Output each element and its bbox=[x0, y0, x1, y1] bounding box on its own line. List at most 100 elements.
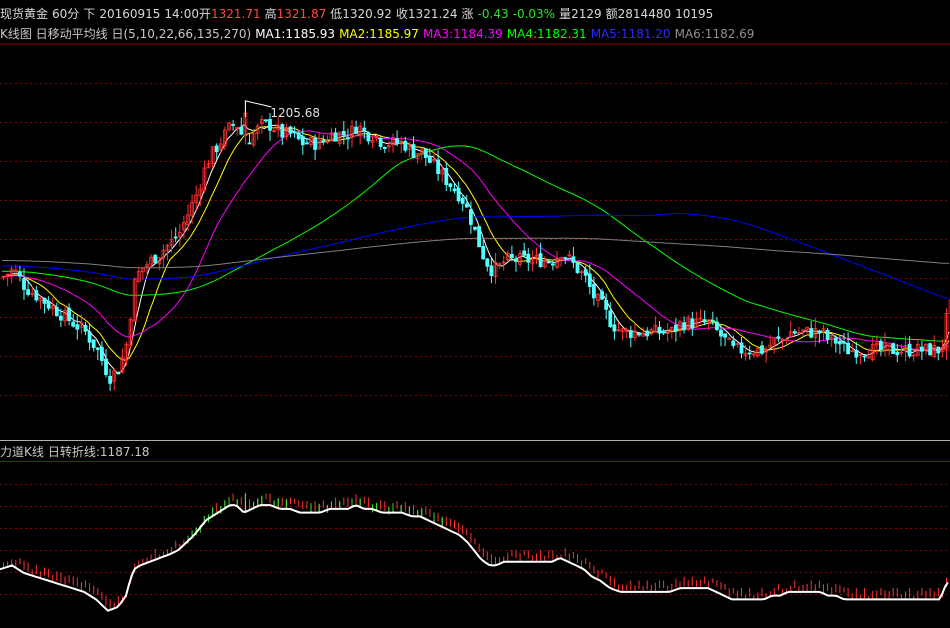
low-label: 低 bbox=[330, 7, 343, 21]
candle-body bbox=[604, 300, 609, 310]
candle-body bbox=[292, 131, 297, 134]
candle-body bbox=[514, 258, 518, 263]
candle-body bbox=[263, 119, 268, 122]
candle-body bbox=[46, 300, 51, 309]
candle-body bbox=[280, 124, 285, 138]
candle-body bbox=[846, 342, 850, 355]
candle-body bbox=[833, 337, 838, 344]
candle-body bbox=[239, 126, 244, 135]
period-label[interactable]: 60分 bbox=[52, 7, 79, 21]
candle-body bbox=[366, 132, 371, 142]
candle-body bbox=[108, 375, 112, 384]
candle-body bbox=[100, 347, 104, 361]
candle-body bbox=[456, 187, 461, 202]
candle-body bbox=[682, 322, 686, 331]
candle-body bbox=[59, 315, 63, 321]
candle-body bbox=[628, 330, 633, 338]
direction-label: 下 bbox=[83, 7, 96, 21]
candle-body bbox=[382, 147, 387, 149]
candle-body bbox=[928, 343, 932, 356]
quote-info-bar: 现货黄金 60分下 20160915 14:00开1321.71 高1321.87 低13… bbox=[0, 5, 717, 22]
candle-body bbox=[526, 253, 531, 263]
open-value: 1321.71 bbox=[211, 7, 261, 21]
candle-body bbox=[54, 307, 59, 317]
candle-body bbox=[460, 198, 465, 204]
candle-body bbox=[657, 326, 662, 334]
candle-body bbox=[427, 156, 432, 163]
candle-body bbox=[879, 340, 883, 350]
extra-value: 10195 bbox=[675, 7, 714, 21]
candle-body bbox=[296, 132, 301, 140]
candle-body bbox=[153, 254, 158, 264]
candle-body bbox=[300, 136, 305, 146]
candle-body bbox=[247, 142, 252, 145]
candle-body bbox=[395, 138, 400, 144]
candle-body bbox=[321, 139, 326, 143]
max-high-annotation: 1205.68 bbox=[244, 100, 320, 120]
ma4-line bbox=[1, 145, 950, 342]
candle-body bbox=[104, 358, 108, 375]
ma2-value: MA2:1185.97 bbox=[339, 27, 419, 41]
candle-body bbox=[354, 126, 359, 134]
candle-body bbox=[231, 124, 236, 126]
candle-body bbox=[288, 126, 293, 134]
low-value: 1320.92 bbox=[342, 7, 392, 21]
candle-body bbox=[464, 203, 469, 208]
close-value: 1321.24 bbox=[407, 7, 458, 21]
candle-body bbox=[362, 127, 367, 132]
volume-value: 2129 bbox=[571, 7, 602, 21]
candle-body bbox=[473, 226, 477, 230]
open-label: 开 bbox=[198, 7, 211, 21]
candle-body bbox=[452, 188, 457, 192]
candle-body bbox=[760, 345, 764, 354]
candle-body bbox=[854, 349, 859, 358]
candle-body bbox=[592, 284, 596, 299]
candle-body bbox=[403, 140, 408, 151]
max-high-leader bbox=[244, 100, 272, 117]
candle-body bbox=[91, 339, 96, 349]
candle-body bbox=[600, 291, 604, 300]
candle-body bbox=[481, 246, 486, 260]
candle-body bbox=[17, 271, 22, 277]
ma6-value: MA6:1182.69 bbox=[674, 27, 755, 41]
ma-legend-title[interactable]: K线图 日移动平均线 日(5,10,22,66,135,270) bbox=[0, 27, 251, 41]
bar-time: 14:00 bbox=[164, 7, 199, 21]
amount-label: 额 bbox=[605, 7, 618, 21]
ma-legend-bar: K线图 日移动平均线 日(5,10,22,66,135,270) MA1:1185… bbox=[0, 25, 758, 42]
candle-body bbox=[485, 258, 490, 267]
candle-body bbox=[907, 343, 912, 357]
candle-body bbox=[448, 183, 453, 188]
candle-body bbox=[551, 263, 555, 266]
candle-body bbox=[612, 324, 617, 332]
candle-body bbox=[75, 324, 80, 330]
candle-body bbox=[304, 142, 309, 145]
candle-body bbox=[345, 137, 350, 140]
candle-body bbox=[866, 356, 871, 359]
high-value: 1321.87 bbox=[276, 7, 327, 21]
high-label: 高 bbox=[264, 7, 277, 21]
candle-body bbox=[920, 346, 924, 352]
candle-body bbox=[477, 226, 482, 248]
candle-body bbox=[546, 261, 551, 264]
candle-body bbox=[444, 167, 449, 186]
candle-body bbox=[489, 265, 494, 277]
chart-canvas[interactable]: 1205.68 bbox=[0, 0, 950, 628]
ma5-value: MA5:1181.20 bbox=[590, 27, 671, 41]
candle-body bbox=[313, 137, 318, 150]
candle-body bbox=[710, 320, 715, 322]
max-high-label: 1205.68 bbox=[270, 106, 320, 120]
indicator-title[interactable]: 力道K线 bbox=[0, 445, 44, 459]
candle-body bbox=[895, 351, 900, 356]
ma3-value: MA3:1184.39 bbox=[422, 27, 503, 41]
candle-body bbox=[702, 319, 707, 323]
candle-body bbox=[468, 209, 473, 225]
candle-body bbox=[538, 253, 543, 267]
ma4-value: MA4:1182.31 bbox=[506, 27, 587, 41]
candle-body bbox=[637, 332, 641, 336]
candle-body bbox=[715, 321, 719, 330]
candle-body bbox=[817, 330, 822, 334]
candle-body bbox=[809, 328, 814, 338]
change-pct: -0.03% bbox=[512, 7, 556, 21]
candle-body bbox=[747, 352, 752, 355]
candle-body bbox=[587, 273, 592, 287]
